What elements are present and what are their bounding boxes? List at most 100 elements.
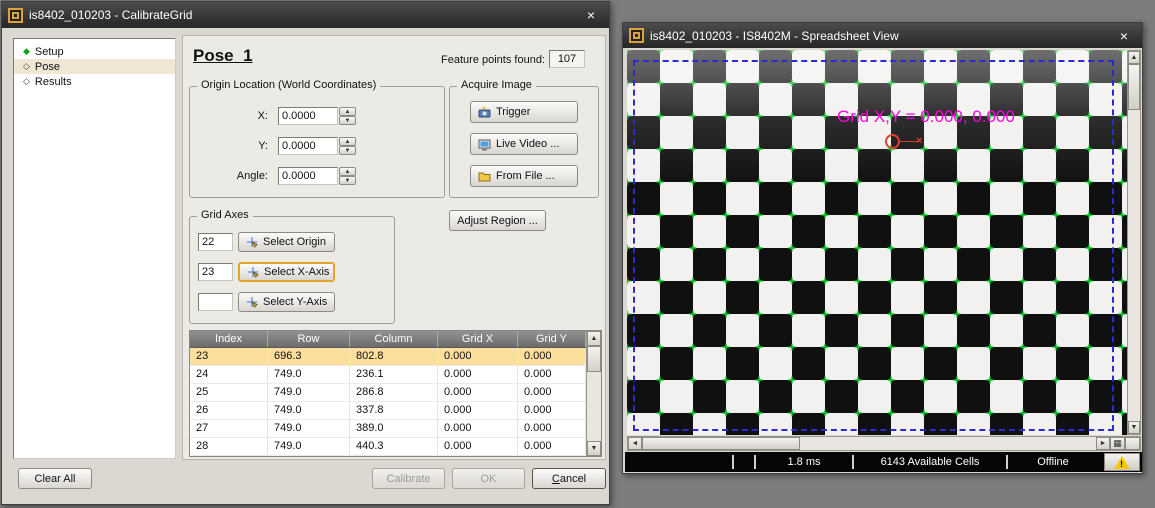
spreadsheet-window-title: is8402_010203 - IS8402M - Spreadsheet Vi… bbox=[650, 29, 1106, 43]
cell-row: 696.3 bbox=[268, 348, 350, 365]
ok-label: OK bbox=[481, 473, 497, 485]
column-header-index: Index bbox=[190, 331, 268, 347]
cell-column: 236.1 bbox=[350, 366, 438, 383]
table-row[interactable]: 26 749.0 337.8 0.000 0.000 bbox=[190, 402, 601, 420]
table-row[interactable]: 27 749.0 389.0 0.000 0.000 bbox=[190, 420, 601, 438]
cancel-button[interactable]: Cancel bbox=[532, 468, 606, 489]
scroll-up-icon[interactable]: ▲ bbox=[1128, 51, 1140, 64]
trigger-label: Trigger bbox=[496, 106, 530, 118]
x-axis-index-field[interactable]: 23 bbox=[198, 263, 233, 281]
table-row[interactable]: 24 749.0 236.1 0.000 0.000 bbox=[190, 366, 601, 384]
cell-row: 749.0 bbox=[268, 420, 350, 437]
status-separator bbox=[732, 455, 734, 469]
scroll-up-icon[interactable]: ▲ bbox=[587, 331, 601, 346]
select-y-axis-label: Select Y-Axis bbox=[263, 296, 327, 308]
y-label: Y: bbox=[190, 140, 268, 152]
cell-row: 749.0 bbox=[268, 402, 350, 419]
scroll-down-icon[interactable]: ▼ bbox=[1128, 421, 1140, 434]
feature-points-value: 107 bbox=[549, 50, 585, 68]
calibrate-window-title: is8402_010203 - CalibrateGrid bbox=[29, 8, 573, 22]
sidebar-item-results[interactable]: ◇ Results bbox=[14, 74, 175, 89]
cell-grid-x: 0.000 bbox=[438, 438, 518, 455]
scrollbar-thumb[interactable] bbox=[642, 437, 800, 450]
table-row[interactable]: 28 749.0 440.3 0.000 0.000 bbox=[190, 438, 601, 456]
spreadsheet-window-titlebar[interactable]: is8402_010203 - IS8402M - Spreadsheet Vi… bbox=[623, 23, 1142, 48]
acquire-image-group-title: Acquire Image bbox=[457, 79, 536, 91]
trigger-button[interactable]: Trigger bbox=[470, 101, 578, 123]
select-x-axis-button[interactable]: Select X-Axis bbox=[238, 262, 335, 282]
live-video-button[interactable]: Live Video ... bbox=[470, 133, 578, 155]
x-field[interactable]: 0.0000 bbox=[278, 107, 338, 125]
scroll-down-icon[interactable]: ▼ bbox=[587, 441, 601, 456]
diamond-icon: ◇ bbox=[23, 62, 30, 71]
spin-down-icon[interactable]: ▼ bbox=[339, 176, 356, 185]
sidebar-item-label: Setup bbox=[35, 46, 64, 58]
app-icon bbox=[8, 8, 23, 23]
column-header-grid-x: Grid X bbox=[438, 331, 518, 347]
origin-index-field[interactable]: 22 bbox=[198, 233, 233, 251]
from-file-button[interactable]: From File ... bbox=[470, 165, 578, 187]
image-vertical-scrollbar[interactable]: ▲ ▼ bbox=[1127, 50, 1141, 435]
y-axis-index-field[interactable] bbox=[198, 293, 233, 311]
column-header-grid-y: Grid Y bbox=[518, 331, 586, 347]
trigger-icon bbox=[478, 106, 491, 119]
spin-down-icon[interactable]: ▼ bbox=[339, 146, 356, 155]
column-header-row: Row bbox=[268, 331, 350, 347]
scrollbar-thumb[interactable] bbox=[1128, 64, 1140, 110]
x-spinner[interactable]: ▲ ▼ bbox=[339, 107, 356, 125]
cell-grid-x: 0.000 bbox=[438, 384, 518, 401]
scroll-right-icon[interactable]: ► bbox=[1096, 437, 1110, 450]
cell-row: 749.0 bbox=[268, 384, 350, 401]
table-row[interactable]: 23 696.3 802.8 0.000 0.000 bbox=[190, 348, 601, 366]
cell-grid-y: 0.000 bbox=[518, 366, 586, 383]
origin-axis-line bbox=[900, 141, 917, 142]
grid-view-icon[interactable]: ▦ bbox=[1110, 437, 1125, 450]
cell-column: 337.8 bbox=[350, 402, 438, 419]
spin-up-icon[interactable]: ▲ bbox=[339, 107, 356, 116]
scrollbar-thumb[interactable] bbox=[587, 346, 601, 372]
connection-state: Offline bbox=[1011, 452, 1095, 472]
cell-grid-x: 0.000 bbox=[438, 348, 518, 365]
acquisition-time: 1.8 ms bbox=[759, 452, 849, 472]
sidebar-item-setup[interactable]: ◆ Setup bbox=[14, 44, 175, 59]
adjust-region-button[interactable]: Adjust Region ... bbox=[449, 210, 546, 231]
close-icon[interactable]: × bbox=[579, 5, 603, 25]
select-x-axis-label: Select X-Axis bbox=[264, 266, 329, 278]
table-scrollbar[interactable]: ▲ ▼ bbox=[586, 331, 601, 456]
select-origin-button[interactable]: Select Origin bbox=[238, 232, 335, 252]
angle-spinner[interactable]: ▲ ▼ bbox=[339, 167, 356, 185]
column-header-column: Column bbox=[350, 331, 438, 347]
clear-all-button[interactable]: Clear All bbox=[18, 468, 92, 489]
status-bar: 1.8 ms 6143 Available Cells Offline ! bbox=[625, 452, 1142, 472]
table-row[interactable]: 25 749.0 286.8 0.000 0.000 bbox=[190, 384, 601, 402]
cell-grid-x: 0.000 bbox=[438, 366, 518, 383]
sidebar-item-pose[interactable]: ◇ Pose bbox=[14, 59, 175, 74]
spin-down-icon[interactable]: ▼ bbox=[339, 116, 356, 125]
warning-icon: ! bbox=[1114, 456, 1130, 469]
cell-column: 286.8 bbox=[350, 384, 438, 401]
diamond-icon: ◇ bbox=[23, 77, 30, 86]
cell-index: 26 bbox=[190, 402, 268, 419]
calibrate-window-titlebar[interactable]: is8402_010203 - CalibrateGrid × bbox=[2, 2, 609, 28]
select-y-axis-button[interactable]: Select Y-Axis bbox=[238, 292, 335, 312]
y-spinner[interactable]: ▲ ▼ bbox=[339, 137, 356, 155]
angle-field[interactable]: 0.0000 bbox=[278, 167, 338, 185]
ok-button: OK bbox=[452, 468, 525, 489]
spin-up-icon[interactable]: ▲ bbox=[339, 137, 356, 146]
warning-button[interactable]: ! bbox=[1104, 453, 1140, 471]
image-view[interactable]: Grid X,Y = 0.000, 0.000 × bbox=[627, 50, 1127, 435]
spin-up-icon[interactable]: ▲ bbox=[339, 167, 356, 176]
acquire-image-group: Acquire Image Trigger Live Video ... Fro… bbox=[449, 86, 599, 198]
close-icon[interactable]: × bbox=[1112, 26, 1136, 46]
cell-index: 24 bbox=[190, 366, 268, 383]
sidebar-item-label: Results bbox=[35, 76, 72, 88]
y-field[interactable]: 0.0000 bbox=[278, 137, 338, 155]
resize-corner bbox=[1125, 437, 1140, 450]
cell-column: 802.8 bbox=[350, 348, 438, 365]
status-segment-empty bbox=[737, 452, 751, 472]
image-horizontal-scrollbar[interactable]: ◄ ► ▦ bbox=[627, 436, 1141, 451]
page-title: Pose 1 bbox=[193, 46, 253, 66]
cell-grid-y: 0.000 bbox=[518, 420, 586, 437]
scroll-left-icon[interactable]: ◄ bbox=[628, 437, 642, 450]
grid-axes-group-title: Grid Axes bbox=[197, 209, 253, 221]
